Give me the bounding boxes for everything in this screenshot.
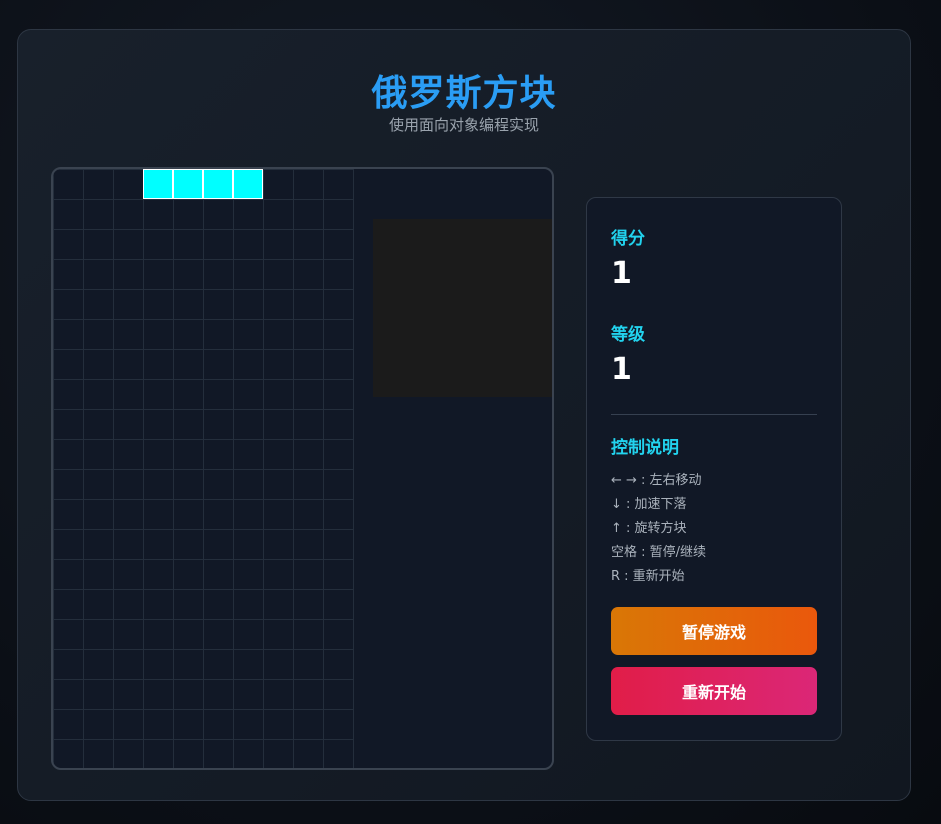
pause-button[interactable]: 暂停游戏	[611, 607, 817, 655]
level-label: 等级	[611, 325, 645, 345]
info-panel: 得分 1 等级 1 控制说明 ← → : 左右移动 ↓ : 加速下落 ↑ : 旋…	[586, 197, 842, 741]
divider	[611, 414, 817, 415]
score-value: 1	[611, 256, 632, 291]
active-piece-cell	[143, 169, 173, 199]
restart-button[interactable]: 重新开始	[611, 667, 817, 715]
active-piece-cell	[233, 169, 263, 199]
controls-title: 控制说明	[611, 438, 679, 458]
game-panel: 俄罗斯方块 使用面向对象编程实现 得分 1 等级 1 控制说明 ← → : 左右…	[17, 29, 911, 801]
board-grid	[53, 169, 354, 768]
level-value: 1	[611, 352, 632, 387]
next-piece-preview	[373, 219, 552, 397]
control-line-move: ← → : 左右移动	[611, 473, 702, 488]
page-subtitle: 使用面向对象编程实现	[388, 116, 539, 134]
page-title: 俄罗斯方块	[371, 73, 557, 114]
active-piece-cell	[173, 169, 203, 199]
control-line-drop: ↓ : 加速下落	[611, 497, 687, 512]
game-board	[51, 167, 554, 770]
active-piece-cell	[203, 169, 233, 199]
control-line-rotate: ↑ : 旋转方块	[611, 521, 687, 536]
control-line-restart: R : 重新开始	[611, 569, 685, 584]
score-label: 得分	[611, 229, 645, 249]
control-line-pause: 空格 : 暂停/继续	[611, 545, 707, 560]
